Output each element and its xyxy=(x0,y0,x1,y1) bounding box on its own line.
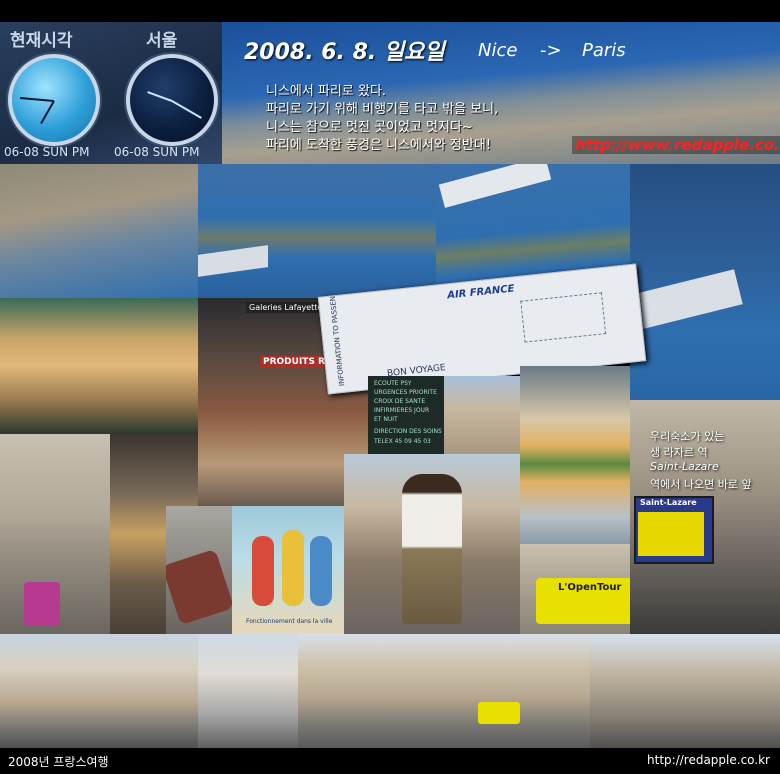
aerial-city-photo xyxy=(0,164,198,298)
bakery-display-photo xyxy=(0,298,198,434)
footer-bar: 2008년 프랑스여행 http://redapple.co.kr xyxy=(0,748,780,774)
header-line-4: 파리에 도착한 풍경은 니스에서와 정반대! xyxy=(266,138,492,153)
clock-date-left: 06-08 SUN PM xyxy=(4,145,90,159)
paris-street-traveler-photo xyxy=(344,454,520,634)
station-note-2: 생 라자르 역 xyxy=(650,446,708,459)
pharmacy-line-5: ET NUIT xyxy=(374,416,398,423)
station-note-4: 역에서 나오면 바로 앞 xyxy=(650,478,752,491)
paris-avenue-photo xyxy=(0,434,110,634)
route-to: Paris xyxy=(582,40,626,61)
saint-lazare-photo: 우리숙소가 있는 생 라자르 역 Saint-Lazare 역에서 나오면 바로… xyxy=(630,400,780,634)
pharmacy-line-2: URGENCES PRIORITE xyxy=(374,389,437,396)
sandwich-photo xyxy=(520,366,630,544)
clock-left-icon xyxy=(8,54,100,146)
clock-right-icon xyxy=(126,54,218,146)
station-note-1: 우리숙소가 있는 xyxy=(650,430,725,443)
header-date: 2008. 6. 8. 일요일 xyxy=(244,40,445,65)
pharmacy-line-4: INFIRMIERES JOUR xyxy=(374,407,430,414)
cafe-sign: Galeries Lafayette xyxy=(246,302,326,313)
header-aerial-photo: 2008. 6. 8. 일요일 Nice -> Paris 니스에서 파리로 왔… xyxy=(222,22,780,164)
aerial-sea-wing-photo xyxy=(630,164,780,400)
panorama-photo-2 xyxy=(198,634,298,748)
panorama-photo-1 xyxy=(0,634,198,748)
header-line-1: 니스에서 파리로 왔다. xyxy=(266,84,387,99)
station-sign: Saint-Lazare xyxy=(640,498,697,507)
panorama-photo-3 xyxy=(298,634,590,748)
route-from: Nice xyxy=(478,40,518,61)
cartoon-poster-photo: Fonctionnement dans la ville xyxy=(232,506,344,634)
bus-label: L'OpenTour xyxy=(558,582,622,593)
pharmacy-line-3: CROIX DE SANTE xyxy=(374,398,426,405)
pharmacy-line-1: ECOUTE PSY xyxy=(374,380,412,387)
header-line-3: 니스는 참으로 멋진 곳이었고 멋지다~ xyxy=(266,120,473,135)
header-line-2: 파리로 가기 위해 비행기를 타고 밖을 보니, xyxy=(266,102,499,117)
header-url[interactable]: http://www.redapple.co.kr xyxy=(572,136,780,154)
clock-label-seoul: 서울 xyxy=(146,31,178,51)
pharmacy-line-7: TELEX 45 09 45 03 xyxy=(374,438,431,445)
clock-panel: 현재시각 서울 06-08 SUN PM 06-08 SUN PM xyxy=(0,22,222,164)
pharmacy-line-6: DIRECTION DES SOINS xyxy=(374,428,442,435)
clock-date-right: 06-08 SUN PM xyxy=(114,145,200,159)
pharmacy-sign-photo: ECOUTE PSY URGENCES PRIORITE CROIX DE SA… xyxy=(368,376,444,454)
poster-caption: Fonctionnement dans la ville xyxy=(246,618,333,625)
aerial-coast-wing-photo xyxy=(198,164,436,298)
station-note-3: Saint-Lazare xyxy=(650,460,719,473)
paris-building-photo xyxy=(444,376,520,454)
clock-label-current: 현재시각 xyxy=(10,31,73,51)
suitcase-photo xyxy=(166,506,232,634)
footer-title: 2008년 프랑스여행 xyxy=(8,755,109,769)
footer-url[interactable]: http://redapple.co.kr xyxy=(647,753,770,767)
route-arrow: -> xyxy=(540,40,562,61)
panorama-photo-4 xyxy=(590,634,780,748)
ticket-airline: AIR FRANCE xyxy=(446,283,516,302)
